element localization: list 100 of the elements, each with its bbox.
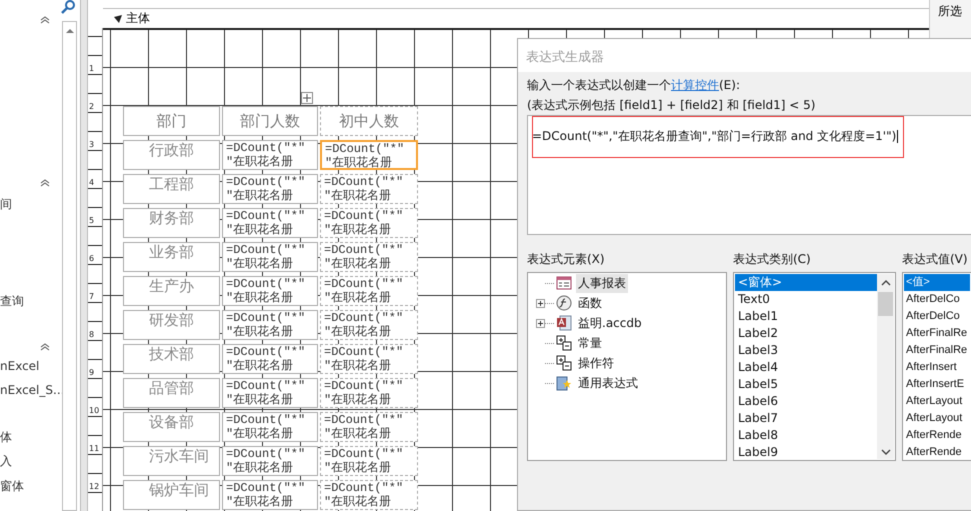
department-label[interactable]: 锅炉车间 — [123, 480, 220, 510]
database-icon — [556, 315, 572, 331]
expression-field[interactable]: =DCount("*","在职花名册查询","部门=行政部 and 文化程度=1'") — [527, 115, 971, 235]
list-item[interactable]: Label7 — [735, 410, 877, 427]
tree-item[interactable]: 人事报表 — [576, 274, 628, 292]
department-label[interactable]: 财务部 — [123, 208, 220, 238]
formula-textbox[interactable]: =DCount(″*″ ″在职花名册 — [222, 174, 318, 204]
collapse-chevron-icon[interactable] — [40, 16, 50, 24]
list-item[interactable]: AfterDelCo — [904, 291, 970, 308]
nav-item[interactable]: 体 — [0, 429, 12, 446]
list-item[interactable]: Label5 — [735, 376, 877, 393]
department-label[interactable]: 研发部 — [123, 310, 220, 340]
list-item[interactable]: Label9 — [735, 444, 877, 461]
formula-textbox[interactable]: =DCount(″*″ ″在职花名册 — [320, 480, 418, 510]
list-item[interactable]: Text0 — [735, 291, 877, 308]
formula-textbox[interactable]: =DCount(″*″ ″在职花名册 — [222, 310, 318, 340]
list-item[interactable]: <窗体> — [735, 274, 877, 291]
constant-icon — [556, 335, 572, 351]
formula-textbox[interactable]: =DCount(″*″ ″在职花名册 — [320, 174, 418, 204]
function-icon — [556, 295, 572, 311]
expand-icon[interactable] — [536, 298, 545, 308]
formula-textbox[interactable]: =DCount(″*″ ″在职花名册 — [222, 242, 318, 272]
list-item[interactable]: Label4 — [735, 359, 877, 376]
tree-item[interactable]: 常量 — [576, 334, 604, 352]
list-item[interactable]: AfterInsertE — [904, 376, 970, 393]
nav-item[interactable]: 入 — [0, 453, 12, 470]
ruler-number: 7 — [89, 292, 94, 301]
list-item[interactable]: AfterFinalRe — [904, 325, 970, 342]
list-item[interactable]: AfterInsert — [904, 359, 970, 376]
formula-textbox[interactable]: =DCount(″*″ ″在职花名册 — [320, 378, 418, 408]
list-item[interactable]: <值> — [904, 274, 970, 291]
list-item[interactable]: Label8 — [735, 427, 877, 444]
list-item[interactable]: Label6 — [735, 393, 877, 410]
list-item[interactable]: AfterFinalRe — [904, 342, 970, 359]
list-item[interactable]: Label3 — [735, 342, 877, 359]
formula-textbox[interactable]: =DCount(″*″ ″在职花名册 — [320, 344, 418, 374]
formula-textbox[interactable]: =DCount(″*″ ″在职花名册 — [320, 446, 418, 476]
ruler-number: 9 — [89, 368, 94, 377]
formula-textbox[interactable]: =DCount(″*″ ″在职花名册 — [222, 344, 318, 374]
nav-item[interactable]: 间 — [0, 196, 12, 213]
department-label[interactable]: 品管部 — [123, 378, 220, 408]
list-item[interactable]: Label2 — [735, 325, 877, 342]
department-label[interactable]: 业务部 — [123, 242, 220, 272]
list-item[interactable]: AfterRende — [904, 427, 970, 444]
list-item[interactable]: AfterLayout — [904, 393, 970, 410]
department-label[interactable]: 工程部 — [123, 174, 220, 204]
nav-item[interactable]: 窗体 — [0, 478, 24, 495]
formula-textbox[interactable]: =DCount(″*″ ″在职花名册 — [222, 276, 318, 306]
list-item[interactable]: Label1 — [735, 308, 877, 325]
nav-item[interactable]: nExcel — [0, 359, 40, 373]
header-label[interactable]: 初中人数 — [320, 106, 418, 136]
calculated-control-link[interactable]: 计算控件 — [671, 78, 719, 92]
list-item[interactable]: AfterDelCo — [904, 308, 970, 325]
ruler-number: 1 — [89, 64, 94, 73]
collapse-chevron-icon[interactable] — [40, 179, 50, 187]
scrollbar[interactable] — [62, 21, 77, 511]
department-label[interactable]: 污水车间 — [123, 446, 220, 476]
header-label[interactable]: 部门人数 — [222, 106, 318, 136]
formula-textbox[interactable]: =DCount(″*″ ″在职花名册 — [222, 480, 318, 510]
department-label[interactable]: 行政部 — [123, 140, 220, 170]
ruler-number: 10 — [89, 406, 100, 415]
scrollbar[interactable] — [877, 274, 894, 459]
ruler-number: 2 — [89, 102, 94, 111]
scroll-up-icon[interactable] — [880, 280, 890, 286]
formula-textbox[interactable]: =DCount(″*″ ″在职花名册 — [222, 208, 318, 238]
move-handle-icon[interactable] — [301, 92, 313, 104]
formula-textbox[interactable]: =DCount(″*″ ″在职花名册 — [320, 310, 418, 340]
list-item[interactable]: AfterLayout — [904, 410, 970, 427]
tree-item[interactable]: 益明.accdb — [576, 314, 644, 332]
formula-textbox[interactable]: =DCount(″*″ ″在职花名册 — [320, 140, 418, 170]
formula-textbox[interactable]: =DCount(″*″ ″在职花名册 — [222, 140, 318, 170]
header-label[interactable]: 部门 — [123, 106, 220, 136]
shortcut-label: (E): — [719, 78, 740, 92]
section-marker-icon — [113, 14, 123, 24]
expand-icon[interactable] — [536, 318, 545, 328]
formula-textbox[interactable]: =DCount(″*″ ″在职花名册 — [222, 378, 318, 408]
nav-item[interactable]: 查询 — [0, 293, 24, 310]
list-item[interactable]: AfterRende — [904, 444, 970, 461]
department-label[interactable]: 生产办 — [123, 276, 220, 306]
search-icon[interactable] — [60, 0, 76, 14]
formula-textbox[interactable]: =DCount(″*″ ″在职花名册 — [222, 446, 318, 476]
scroll-down-icon[interactable] — [880, 449, 890, 455]
tree-item[interactable]: 通用表达式 — [576, 374, 640, 392]
section-bar[interactable]: 主体 — [103, 9, 929, 30]
star-book-icon — [556, 375, 572, 391]
formula-textbox[interactable]: =DCount(″*″ ″在职花名册 — [320, 412, 418, 442]
scroll-up-icon[interactable] — [64, 28, 74, 34]
formula-textbox[interactable]: =DCount(″*″ ″在职花名册 — [320, 208, 418, 238]
collapse-chevron-icon[interactable] — [40, 343, 50, 351]
department-label[interactable]: 技术部 — [123, 344, 220, 374]
nav-item[interactable]: nExcel_S... — [0, 383, 64, 397]
department-label[interactable]: 设备部 — [123, 412, 220, 442]
formula-textbox[interactable]: =DCount(″*″ ″在职花名册 — [320, 242, 418, 272]
formula-textbox[interactable]: =DCount(″*″ ″在职花名册 — [222, 412, 318, 442]
tree-item[interactable]: 函数 — [576, 294, 604, 312]
formula-textbox[interactable]: =DCount(″*″ ″在职花名册 — [320, 276, 418, 306]
scroll-thumb[interactable] — [878, 292, 893, 316]
panel-title: 所选 — [938, 3, 962, 20]
section-title: 主体 — [126, 10, 150, 27]
tree-item[interactable]: 操作符 — [576, 354, 616, 372]
